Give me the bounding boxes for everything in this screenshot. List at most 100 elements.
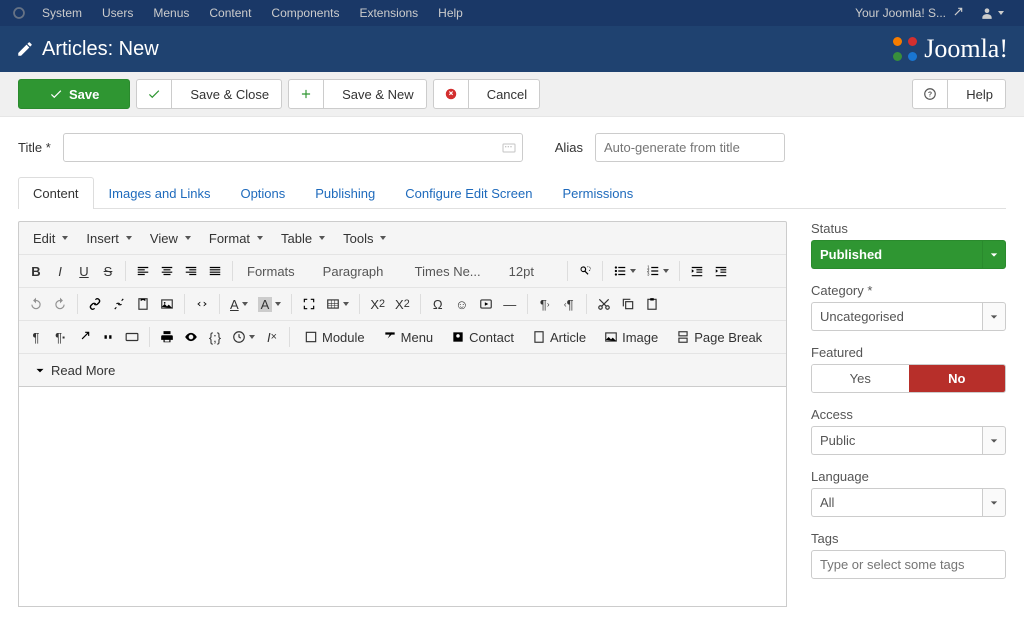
italic-btn[interactable]: I bbox=[49, 259, 71, 283]
table-btn[interactable] bbox=[322, 292, 353, 316]
textcolor-btn[interactable]: A bbox=[226, 292, 252, 316]
featured-yes[interactable]: Yes bbox=[812, 365, 909, 392]
topmenu-content[interactable]: Content bbox=[199, 6, 261, 20]
save-button[interactable]: Save bbox=[18, 79, 130, 109]
editmenu-insert[interactable]: Insert bbox=[78, 226, 140, 250]
featured-toggle[interactable]: Yes No bbox=[811, 364, 1006, 393]
page-header: Articles: New Joomla! bbox=[0, 26, 1024, 72]
article-insert-btn[interactable]: Article bbox=[524, 325, 594, 349]
copy-btn[interactable] bbox=[617, 292, 639, 316]
check-icon bbox=[137, 80, 172, 108]
status-select[interactable]: Published bbox=[811, 240, 1006, 269]
topmenu-system[interactable]: System bbox=[32, 6, 92, 20]
underline-btn[interactable]: U bbox=[73, 259, 95, 283]
tags-input[interactable] bbox=[811, 550, 1006, 579]
category-select[interactable]: Uncategorised bbox=[811, 302, 1006, 331]
unlink-btn[interactable] bbox=[108, 292, 130, 316]
paste-btn[interactable] bbox=[641, 292, 663, 316]
cancel-button[interactable]: Cancel bbox=[433, 79, 540, 109]
image-btn[interactable] bbox=[156, 292, 178, 316]
module-insert-btn[interactable]: Module bbox=[296, 325, 373, 349]
tab-images-links[interactable]: Images and Links bbox=[94, 177, 226, 209]
editor-textarea[interactable] bbox=[18, 387, 787, 607]
para-btn[interactable]: ¶ bbox=[25, 325, 47, 349]
bold-btn[interactable]: B bbox=[25, 259, 47, 283]
emoji-btn[interactable]: ☺ bbox=[451, 292, 473, 316]
tab-configure-edit[interactable]: Configure Edit Screen bbox=[390, 177, 547, 209]
pagebreak-insert-btn[interactable]: Page Break bbox=[668, 325, 770, 349]
topmenu-users[interactable]: Users bbox=[92, 6, 143, 20]
ltr-btn[interactable]: ¶› bbox=[534, 292, 556, 316]
tab-publishing[interactable]: Publishing bbox=[300, 177, 390, 209]
topbar: System Users Menus Content Components Ex… bbox=[0, 0, 1024, 26]
hr-btn[interactable]: — bbox=[499, 292, 521, 316]
image-insert-btn[interactable]: Image bbox=[596, 325, 666, 349]
featured-no[interactable]: No bbox=[909, 365, 1006, 392]
quote-btn[interactable] bbox=[97, 325, 119, 349]
rtl-btn[interactable]: ‹¶ bbox=[558, 292, 580, 316]
article-sidebar: Status Published Category * Uncategorise… bbox=[811, 221, 1006, 607]
formats-select[interactable]: Formats bbox=[239, 259, 313, 283]
block-select[interactable]: Paragraph bbox=[315, 259, 405, 283]
user-menu[interactable] bbox=[972, 6, 1012, 20]
align-center-btn[interactable] bbox=[156, 259, 178, 283]
menu-insert-btn[interactable]: Menu bbox=[375, 325, 442, 349]
fontsize-select[interactable]: 12pt bbox=[501, 259, 561, 283]
editmenu-table[interactable]: Table bbox=[273, 226, 333, 250]
font-select[interactable]: Times Ne... bbox=[407, 259, 499, 283]
bullet-list-btn[interactable] bbox=[609, 259, 640, 283]
editmenu-edit[interactable]: Edit bbox=[25, 226, 76, 250]
strike-btn[interactable]: S bbox=[97, 259, 119, 283]
topmenu-extensions[interactable]: Extensions bbox=[349, 6, 428, 20]
newwindow-btn[interactable] bbox=[73, 325, 95, 349]
print-btn[interactable] bbox=[156, 325, 178, 349]
superscript-btn[interactable]: X2 bbox=[391, 292, 414, 316]
alias-input[interactable] bbox=[595, 133, 785, 162]
help-button[interactable]: ? Help bbox=[912, 79, 1006, 109]
cut-btn[interactable] bbox=[593, 292, 615, 316]
align-right-btn[interactable] bbox=[180, 259, 202, 283]
save-close-button[interactable]: Save & Close bbox=[136, 79, 282, 109]
find-btn[interactable] bbox=[574, 259, 596, 283]
site-link[interactable]: Your Joomla! S... bbox=[847, 6, 972, 20]
keyboard-btn[interactable] bbox=[121, 325, 143, 349]
editmenu-tools[interactable]: Tools bbox=[335, 226, 394, 250]
title-input[interactable] bbox=[63, 133, 523, 162]
align-left-btn[interactable] bbox=[132, 259, 154, 283]
align-justify-btn[interactable] bbox=[204, 259, 226, 283]
language-select[interactable]: All bbox=[811, 488, 1006, 517]
access-select[interactable]: Public bbox=[811, 426, 1006, 455]
subscript-btn[interactable]: X2 bbox=[366, 292, 389, 316]
topmenu-help[interactable]: Help bbox=[428, 6, 473, 20]
number-list-btn[interactable]: 123 bbox=[642, 259, 673, 283]
outdent-btn[interactable] bbox=[686, 259, 708, 283]
readmore-btn[interactable]: Read More bbox=[25, 358, 123, 382]
tab-content[interactable]: Content bbox=[18, 177, 94, 209]
indent-btn[interactable] bbox=[710, 259, 732, 283]
alias-label: Alias bbox=[555, 140, 583, 155]
anchor-btn[interactable] bbox=[132, 292, 154, 316]
editmenu-view[interactable]: View bbox=[142, 226, 199, 250]
save-new-button[interactable]: Save & New bbox=[288, 79, 427, 109]
clearformat-btn[interactable]: I× bbox=[261, 325, 283, 349]
fullscreen-btn[interactable] bbox=[298, 292, 320, 316]
media-btn[interactable] bbox=[475, 292, 497, 316]
editmenu-format[interactable]: Format bbox=[201, 226, 271, 250]
topmenu-menus[interactable]: Menus bbox=[143, 6, 199, 20]
datetime-btn[interactable] bbox=[228, 325, 259, 349]
bgcolor-btn[interactable]: A bbox=[254, 292, 286, 316]
contact-insert-btn[interactable]: Contact bbox=[443, 325, 522, 349]
preview-btn[interactable] bbox=[180, 325, 202, 349]
link-btn[interactable] bbox=[84, 292, 106, 316]
tab-options[interactable]: Options bbox=[225, 177, 300, 209]
codesample-btn[interactable]: {;} bbox=[204, 325, 226, 349]
tab-permissions[interactable]: Permissions bbox=[547, 177, 648, 209]
topmenu-components[interactable]: Components bbox=[261, 6, 349, 20]
joomla-icon-logo bbox=[890, 34, 920, 64]
code-btn[interactable] bbox=[191, 292, 213, 316]
showpara-btn[interactable]: ¶▪ bbox=[49, 325, 71, 349]
page-title: Articles: New bbox=[16, 38, 159, 61]
undo-btn[interactable] bbox=[25, 292, 47, 316]
specialchar-btn[interactable]: Ω bbox=[427, 292, 449, 316]
redo-btn[interactable] bbox=[49, 292, 71, 316]
